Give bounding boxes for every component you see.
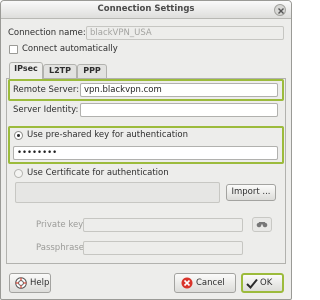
import-button[interactable]: Import ...: [226, 184, 276, 201]
connection-settings-window: Connection Settings Connection name: bla…: [0, 0, 292, 300]
tab-ipsec[interactable]: IPsec: [9, 62, 43, 79]
passphrase-input[interactable]: [83, 241, 243, 255]
titlebar: Connection Settings: [1, 1, 291, 19]
ok-check-icon: [246, 278, 258, 289]
certificate-drop-area: [15, 182, 220, 203]
certificate-option-label: Use Certificate for authentication: [27, 168, 169, 178]
connection-name-label: Connection name:: [8, 28, 86, 38]
browse-key-button[interactable]: [252, 217, 272, 232]
cancel-button-label: Cancel: [196, 278, 225, 288]
psk-radio[interactable]: [14, 131, 23, 140]
tab-l2tp[interactable]: L2TP: [43, 64, 77, 78]
private-key-label: Private key:: [36, 220, 86, 230]
ok-button-label: OK: [260, 278, 273, 288]
close-button[interactable]: [274, 4, 286, 16]
remote-server-input[interactable]: vpn.blackvpn.com: [80, 83, 278, 97]
server-identity-label: Server Identity:: [13, 105, 79, 115]
ok-button[interactable]: OK: [241, 273, 284, 293]
help-button-label: Help: [30, 278, 50, 288]
tab-ppp[interactable]: PPP: [77, 64, 107, 78]
private-key-input[interactable]: [83, 218, 243, 232]
help-button[interactable]: Help: [9, 273, 51, 293]
connect-automatically-label: Connect automatically: [22, 44, 118, 54]
close-icon: [278, 8, 284, 14]
server-identity-input[interactable]: [80, 103, 278, 117]
window-title: Connection Settings: [97, 4, 195, 14]
connect-automatically-checkbox[interactable]: [9, 45, 18, 54]
connection-name-field[interactable]: blackVPN_USA: [86, 26, 284, 40]
psk-input[interactable]: ••••••••: [13, 146, 278, 160]
cancel-button[interactable]: Cancel: [174, 273, 236, 293]
certificate-radio[interactable]: [14, 169, 23, 178]
cancel-icon: [181, 277, 193, 289]
key-icon: [256, 222, 268, 228]
psk-option-label: Use pre-shared key for authentication: [27, 130, 189, 140]
help-icon: [15, 277, 27, 289]
passphrase-label: Passphrase:: [36, 243, 87, 253]
remote-server-label: Remote Server:: [13, 85, 80, 95]
